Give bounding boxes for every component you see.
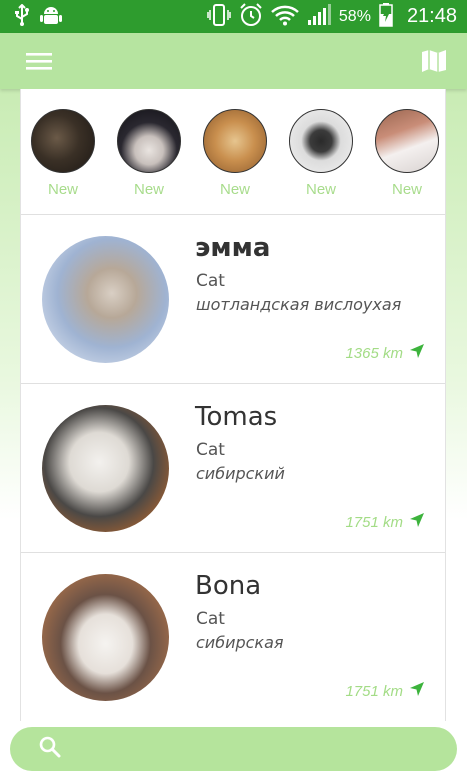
status-bar: 58% 21:48 xyxy=(0,0,467,33)
battery-percent: 58% xyxy=(338,7,371,25)
story-label: New xyxy=(47,181,78,198)
bottom-search-area xyxy=(0,721,467,776)
pet-photo xyxy=(42,236,169,363)
pet-photo xyxy=(42,574,169,701)
vibrate-icon xyxy=(207,3,231,30)
pet-feed: New New New New New эмма Cat шотландская… xyxy=(20,89,446,721)
story-avatar xyxy=(203,109,267,173)
pet-type: Cat xyxy=(196,271,225,291)
navigation-arrow-icon xyxy=(409,512,425,532)
pet-card[interactable]: эмма Cat шотландская вислоухая 1365 km xyxy=(21,215,445,384)
status-bar-left xyxy=(14,3,62,30)
search-bar[interactable] xyxy=(10,727,457,771)
pet-breed: шотландская вислоухая xyxy=(196,295,402,314)
pet-card[interactable]: Tomas Cat сибирский 1751 km xyxy=(21,384,445,553)
navigation-arrow-icon xyxy=(409,681,425,701)
pet-card[interactable]: Bona Cat сибирская 1751 km xyxy=(21,553,445,721)
story-label: New xyxy=(391,181,422,198)
usb-icon xyxy=(14,3,30,30)
distance-label: 1365 km xyxy=(345,344,403,362)
pet-breed: сибирская xyxy=(196,633,284,652)
story-label: New xyxy=(219,181,250,198)
story-avatar xyxy=(289,109,353,173)
status-bar-right: 58% 21:48 xyxy=(207,2,457,31)
story-label: New xyxy=(305,181,336,198)
android-debug-icon xyxy=(40,5,62,29)
pet-name: Tomas xyxy=(195,402,278,432)
story-avatar xyxy=(117,109,181,173)
story-item[interactable]: New xyxy=(289,109,353,198)
app-toolbar xyxy=(0,33,467,89)
clock-time: 21:48 xyxy=(406,5,457,27)
pet-distance: 1751 km xyxy=(345,681,425,701)
signal-icon xyxy=(307,3,331,30)
distance-label: 1751 km xyxy=(345,513,403,531)
pet-breed: сибирский xyxy=(196,464,285,483)
story-item[interactable]: New xyxy=(117,109,181,198)
wifi-icon xyxy=(271,4,299,30)
navigation-arrow-icon xyxy=(409,343,425,363)
battery-charging-icon xyxy=(379,2,393,31)
new-pets-strip: New New New New New xyxy=(21,89,445,215)
pet-distance: 1751 km xyxy=(345,512,425,532)
pet-name: Bona xyxy=(195,571,262,601)
story-item[interactable]: New xyxy=(375,109,439,198)
story-item[interactable]: New xyxy=(31,109,95,198)
story-avatar xyxy=(375,109,439,173)
story-item[interactable]: New xyxy=(203,109,267,198)
distance-label: 1751 km xyxy=(345,682,403,700)
pet-photo xyxy=(42,405,169,532)
map-icon[interactable] xyxy=(419,46,449,76)
pet-type: Cat xyxy=(196,609,225,629)
hamburger-menu-icon[interactable] xyxy=(24,46,54,76)
pet-type: Cat xyxy=(196,440,225,460)
story-label: New xyxy=(133,181,164,198)
search-input[interactable] xyxy=(72,727,457,771)
pet-name: эмма xyxy=(195,233,271,263)
story-avatar xyxy=(31,109,95,173)
pet-distance: 1365 km xyxy=(345,343,425,363)
alarm-icon xyxy=(239,2,263,31)
search-icon xyxy=(38,735,62,763)
